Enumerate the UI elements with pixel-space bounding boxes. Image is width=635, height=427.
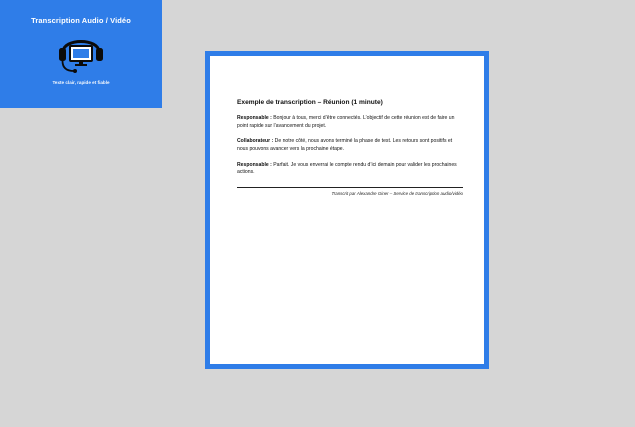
brand-card: Transcription Audio / Vidéo Texte clair,… (0, 0, 162, 108)
speaker-label: Collaborateur : (237, 138, 274, 145)
transcript-credit: Transcrit par Alexandre Giner – Service … (331, 190, 463, 196)
document-content: Exemple de transcription – Réunion (1 mi… (237, 99, 463, 196)
transcript-paragraph: Responsable : Bonjour à tous, merci d’êt… (237, 115, 463, 130)
headset-monitor-icon (59, 40, 103, 73)
brand-tagline: Texte clair, rapide et fiable (52, 80, 110, 85)
speaker-label: Responsable : (237, 115, 272, 121)
brand-title: Transcription Audio / Vidéo (31, 16, 131, 25)
speaker-label: Responsable : (237, 161, 272, 168)
divider (237, 186, 463, 188)
document-heading: Exemple de transcription – Réunion (1 mi… (237, 99, 383, 106)
transcript-paragraph: Responsable : Parfait. Je vous enverrai … (237, 162, 463, 177)
transcript-paragraph: Collaborateur : De notre côté, nous avon… (237, 138, 463, 153)
transcript-document: Exemple de transcription – Réunion (1 mi… (205, 51, 489, 369)
